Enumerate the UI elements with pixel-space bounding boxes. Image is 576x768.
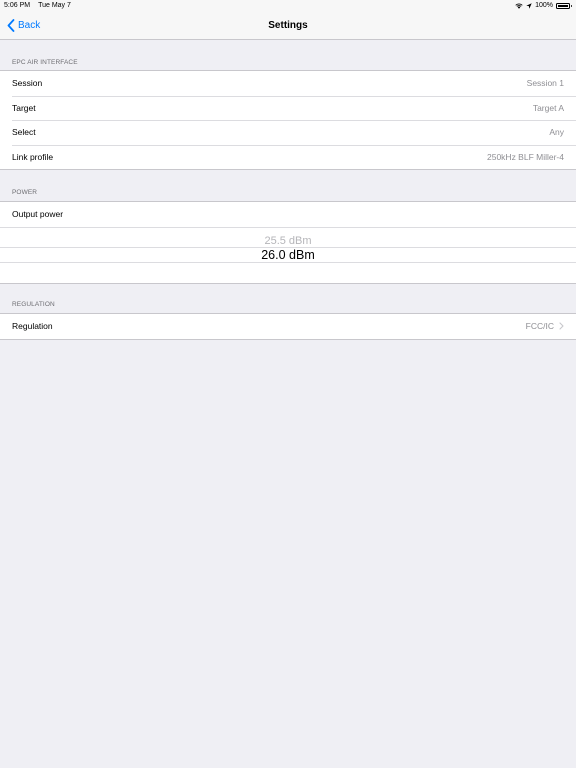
picker-top-divider — [0, 226, 576, 228]
power-settings-group: Output power 25.5 dBm 26.0 dBm — [0, 201, 576, 284]
output-power-picker[interactable]: 25.5 dBm 26.0 dBm — [0, 226, 576, 283]
session-label: Session — [12, 78, 43, 89]
picker-option-previous[interactable]: 25.5 dBm — [0, 235, 576, 247]
regulation-label: Regulation — [12, 321, 53, 332]
session-row[interactable]: Session Session 1 — [0, 71, 576, 96]
regulation-value: FCC/IC — [525, 321, 554, 332]
regulation-row[interactable]: Regulation FCC/IC — [0, 314, 576, 339]
link-profile-row[interactable]: Link profile 250kHz BLF Miller-4 — [0, 144, 576, 170]
session-value: Session 1 — [526, 78, 564, 89]
status-time: 5:06 PM — [4, 2, 31, 9]
epc-settings-group: Session Session 1 Target Target A Select… — [0, 70, 576, 170]
select-value: Any — [549, 127, 564, 138]
output-power-label: Output power — [12, 209, 64, 220]
status-left: 5:06 PM Tue May 7 — [4, 2, 71, 9]
navigation-bar: Back Settings — [0, 12, 576, 40]
status-date: Tue May 7 — [38, 2, 71, 9]
select-label: Select — [12, 127, 36, 138]
section-header-regulation: REGULATION — [12, 301, 55, 308]
chevron-right-icon — [559, 322, 564, 330]
status-right: 100% — [515, 2, 572, 9]
picker-option-selected[interactable]: 26.0 dBm — [0, 248, 576, 262]
select-row[interactable]: Select Any — [0, 120, 576, 145]
target-value: Target A — [532, 102, 564, 113]
picker-selection-line-bottom — [0, 261, 576, 263]
regulation-settings-group: Regulation FCC/IC — [0, 313, 576, 340]
battery-icon — [556, 2, 572, 9]
battery-percent: 100% — [535, 2, 553, 9]
output-power-row: Output power — [0, 202, 576, 227]
link-profile-value: 250kHz BLF Miller-4 — [487, 151, 564, 162]
target-row[interactable]: Target Target A — [0, 95, 576, 121]
section-header-epc: EPC AIR INTERFACE — [12, 59, 78, 66]
wifi-icon — [515, 2, 523, 9]
target-label: Target — [12, 102, 36, 113]
location-arrow-icon — [526, 2, 532, 9]
section-header-power: POWER — [12, 189, 38, 196]
link-profile-label: Link profile — [12, 151, 54, 162]
status-bar: 5:06 PM Tue May 7 100% — [0, 0, 576, 12]
page-title: Settings — [268, 20, 308, 31]
